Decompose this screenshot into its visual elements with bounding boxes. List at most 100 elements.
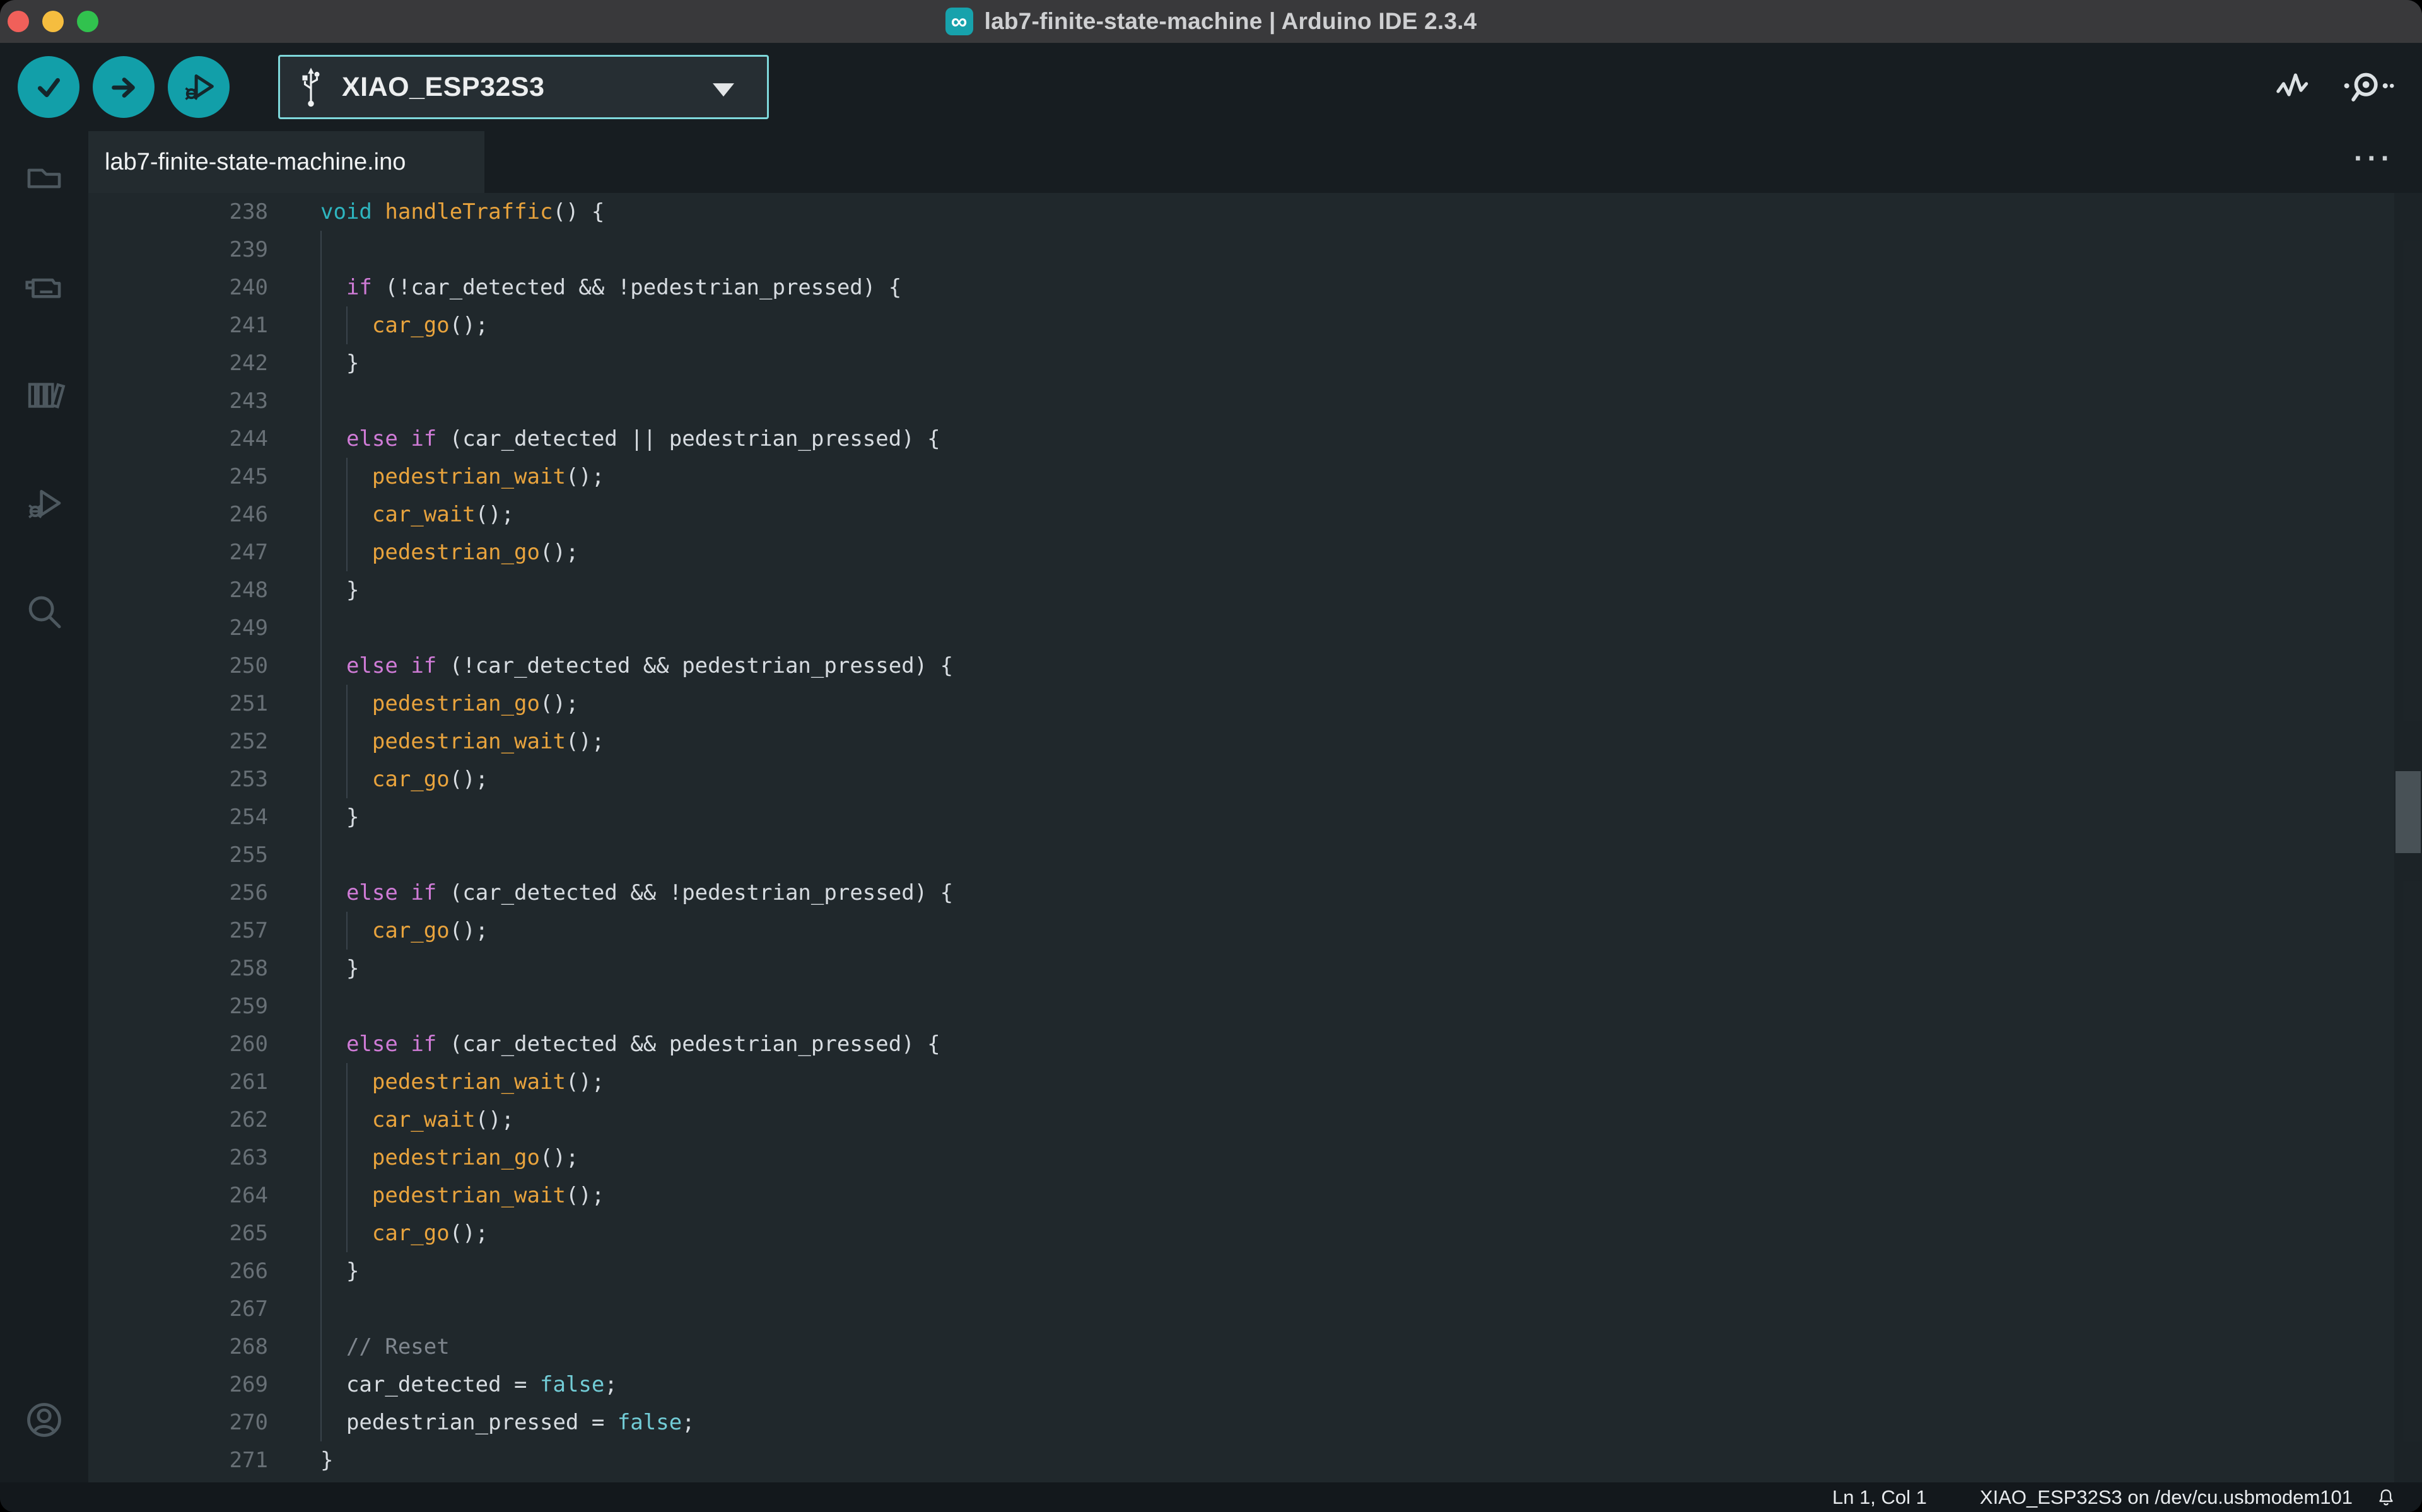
indent-guide [320, 609, 322, 647]
code-line[interactable]: 239 [88, 231, 2422, 269]
board-connection-status: XIAO_ESP32S3 on /dev/cu.usbmodem101 [1980, 1486, 2353, 1509]
line-number: 260 [88, 1025, 268, 1063]
verify-check-icon [29, 67, 68, 107]
minimize-button[interactable] [42, 11, 64, 32]
indent-guide [320, 382, 322, 420]
sidebar-item-boards-manager[interactable] [22, 265, 66, 309]
code-line[interactable]: 250 else if (!car_detected && pedestrian… [88, 647, 2422, 685]
board-selector-dropdown[interactable]: XIAO_ESP32S3 [278, 55, 769, 119]
window-title: lab7-finite-state-machine | Arduino IDE … [985, 8, 1477, 35]
toolbar: XIAO_ESP32S3 [0, 43, 2422, 131]
line-number: 243 [88, 382, 268, 420]
line-number: 263 [88, 1139, 268, 1177]
line-number: 270 [88, 1404, 268, 1441]
code-area: 238void handleTraffic() {239240 if (!car… [88, 193, 2422, 1479]
line-number: 245 [88, 458, 268, 496]
code-line[interactable]: 241 car_go(); [88, 306, 2422, 344]
code-line[interactable]: 247 pedestrian_go(); [88, 533, 2422, 571]
line-number: 247 [88, 533, 268, 571]
arduino-infinity-icon: ∞ [945, 8, 973, 35]
close-button[interactable] [8, 11, 29, 32]
sidebar-item-sketchbook[interactable] [22, 156, 66, 201]
indent-guide [320, 987, 322, 1025]
indent-guide [320, 1290, 322, 1328]
line-number: 244 [88, 420, 268, 458]
line-number: 264 [88, 1177, 268, 1214]
line-number: 267 [88, 1290, 268, 1328]
code-editor[interactable]: 238void handleTraffic() {239240 if (!car… [88, 193, 2422, 1482]
code-line[interactable]: 248 } [88, 571, 2422, 609]
notifications-bell-icon[interactable] [2374, 1486, 2398, 1509]
line-number: 258 [88, 950, 268, 987]
debug-play-bug-icon [179, 67, 218, 107]
line-number: 259 [88, 987, 268, 1025]
code-line[interactable]: 265 car_go(); [88, 1214, 2422, 1252]
upload-arrow-icon [104, 67, 143, 107]
code-line[interactable]: 264 pedestrian_wait(); [88, 1177, 2422, 1214]
code-line[interactable]: 242 } [88, 344, 2422, 382]
line-number: 251 [88, 685, 268, 723]
code-line[interactable]: 263 pedestrian_go(); [88, 1139, 2422, 1177]
sidebar [0, 131, 88, 1482]
code-line[interactable]: 256 else if (car_detected && !pedestrian… [88, 874, 2422, 912]
code-line[interactable]: 266 } [88, 1252, 2422, 1290]
code-line[interactable]: 255 [88, 836, 2422, 874]
upload-button[interactable] [93, 56, 155, 118]
code-line[interactable]: 262 car_wait(); [88, 1101, 2422, 1139]
code-line[interactable]: 257 car_go(); [88, 912, 2422, 950]
sidebar-item-account[interactable] [22, 1398, 66, 1442]
indent-guide [320, 231, 322, 269]
code-line[interactable]: 252 pedestrian_wait(); [88, 723, 2422, 760]
line-number: 271 [88, 1441, 268, 1479]
code-line[interactable]: 244 else if (car_detected || pedestrian_… [88, 420, 2422, 458]
line-number: 241 [88, 306, 268, 344]
code-line[interactable]: 251 pedestrian_go(); [88, 685, 2422, 723]
sidebar-item-library-manager[interactable] [22, 373, 66, 417]
code-line[interactable]: 271} [88, 1441, 2422, 1479]
debug-button[interactable] [168, 56, 230, 118]
line-number: 246 [88, 496, 268, 533]
tab-more-actions-icon[interactable]: ··· [2354, 141, 2394, 175]
arduino-ide-window: ∞ lab7-finite-state-machine | Arduino ID… [0, 0, 2422, 1512]
code-line[interactable]: 246 car_wait(); [88, 496, 2422, 533]
line-number: 239 [88, 231, 268, 269]
line-number: 242 [88, 344, 268, 382]
traffic-lights [8, 11, 98, 32]
cursor-position: Ln 1, Col 1 [1832, 1486, 1927, 1509]
line-number: 266 [88, 1252, 268, 1290]
code-line[interactable]: 245 pedestrian_wait(); [88, 458, 2422, 496]
code-line[interactable]: 260 else if (car_detected && pedestrian_… [88, 1025, 2422, 1063]
line-number: 252 [88, 723, 268, 760]
tab-label: lab7-finite-state-machine.ino [105, 149, 406, 176]
sidebar-item-search[interactable] [22, 590, 66, 634]
line-number: 261 [88, 1063, 268, 1101]
code-line[interactable]: 270 pedestrian_pressed = false; [88, 1404, 2422, 1441]
serial-plotter-icon[interactable] [2274, 67, 2313, 107]
zoom-button[interactable] [77, 11, 98, 32]
code-line[interactable]: 254 } [88, 798, 2422, 836]
line-number: 257 [88, 912, 268, 950]
code-line[interactable]: 267 [88, 1290, 2422, 1328]
search-icon [22, 590, 66, 634]
code-line[interactable]: 258 } [88, 950, 2422, 987]
code-line[interactable]: 238void handleTraffic() { [88, 193, 2422, 231]
code-line[interactable]: 249 [88, 609, 2422, 647]
indent-guide [320, 836, 322, 874]
code-line[interactable]: 269 car_detected = false; [88, 1366, 2422, 1404]
sketchbook-folder-icon [22, 156, 66, 201]
code-line[interactable]: 253 car_go(); [88, 760, 2422, 798]
code-line[interactable]: 243 [88, 382, 2422, 420]
tabbar: lab7-finite-state-machine.ino ··· [88, 131, 2422, 193]
serial-monitor-icon[interactable] [2342, 67, 2395, 107]
code-line[interactable]: 259 [88, 987, 2422, 1025]
line-number: 255 [88, 836, 268, 874]
tab-lab7-finite-state-machine[interactable]: lab7-finite-state-machine.ino [88, 131, 484, 193]
code-line[interactable]: 268 // Reset [88, 1328, 2422, 1366]
verify-button[interactable] [18, 56, 79, 118]
code-line[interactable]: 261 pedestrian_wait(); [88, 1063, 2422, 1101]
sidebar-item-debug[interactable] [22, 482, 66, 526]
line-number: 250 [88, 647, 268, 685]
code-line[interactable]: 240 if (!car_detected && !pedestrian_pre… [88, 269, 2422, 306]
debug-icon [22, 482, 66, 526]
scrollbar-thumb[interactable] [2396, 771, 2421, 853]
